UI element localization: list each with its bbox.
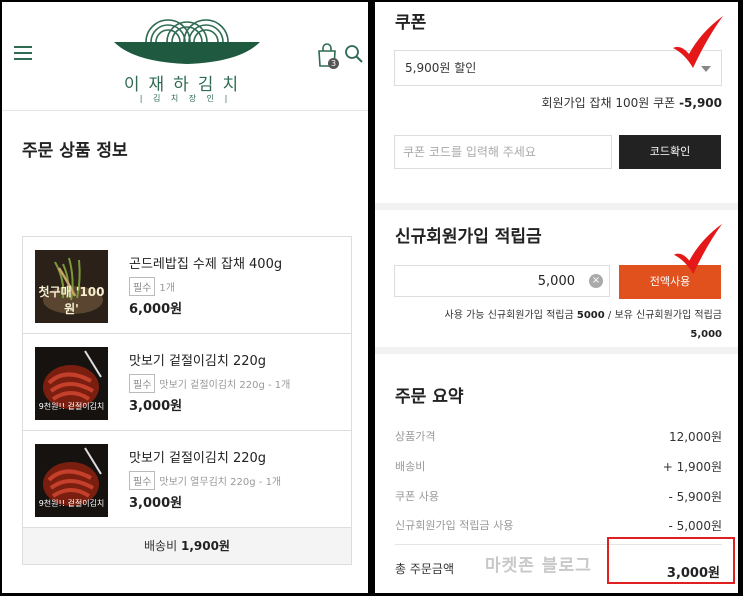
points-owned-value: 5,000 xyxy=(690,329,722,340)
thumbnail-caption: 첫구매 '100원' xyxy=(38,285,105,316)
option-text: 1개 xyxy=(159,283,175,294)
coupon-title: 쿠폰 xyxy=(395,13,427,33)
menu-icon[interactable] xyxy=(14,46,32,61)
order-item-list: 첫구매 '100원' 곤드레밥집 수제 잡채 400g 필수 1개 6,000원 … xyxy=(22,236,352,565)
brand-name: 이재하김치 xyxy=(123,75,248,95)
total-label: 총 주문금액 xyxy=(395,562,455,576)
site-header: 이재하김치 | 김 치 장 인 | 3 xyxy=(2,2,368,111)
option-text: 맛보기 겉절이김치 220g - 1개 xyxy=(159,380,291,391)
item-option: 필수 맛보기 겉절이김치 220g - 1개 xyxy=(129,374,290,393)
points-available-info: 사용 가능 신규회원가입 적립금 5000 / 보유 신규회원가입 적립금 5,… xyxy=(445,306,722,344)
product-thumbnail[interactable]: 9천원!! 겉절이김치 xyxy=(35,347,108,420)
check-mark-icon xyxy=(673,16,723,68)
summary-value: 12,000원 xyxy=(668,430,722,444)
total-value: 3,000원 xyxy=(666,566,720,581)
points-title: 신규회원가입 적립금 xyxy=(395,227,542,247)
brand-tagline: | 김 치 장 인 | xyxy=(139,94,232,103)
logo-icon[interactable] xyxy=(112,14,262,72)
summary-row: 신규회원가입 적립금 사용 - 5,000원 xyxy=(395,517,722,533)
item-name: 곤드레밥집 수제 잡채 400g xyxy=(129,257,283,272)
points-input[interactable]: 5,000 xyxy=(394,265,610,297)
summary-label: 배송비 xyxy=(395,460,426,473)
coupon-applied-label: 회원가입 잡채 100원 쿠폰 xyxy=(541,96,676,110)
order-item[interactable]: 9천원!! 겉절이김치 맛보기 겉절이김치 220g 필수 맛보기 겉절이김치 2… xyxy=(23,334,351,431)
points-owned-label: / 보유 신규회원가입 적립금 xyxy=(607,310,722,321)
required-badge: 필수 xyxy=(129,471,156,490)
watermark: 마켓존 블로그 xyxy=(485,556,592,576)
summary-title: 주문 요약 xyxy=(395,387,464,407)
thumbnail-caption: 9천원!! 겉절이김치 xyxy=(38,402,105,411)
item-name: 맛보기 겉절이김치 220g xyxy=(129,354,267,369)
order-item[interactable]: 9천원!! 겉절이김치 맛보기 겉절이김치 220g 필수 맛보기 열무김치 22… xyxy=(23,431,351,528)
required-badge: 필수 xyxy=(129,277,156,296)
product-thumbnail[interactable]: 첫구매 '100원' xyxy=(35,250,108,323)
item-price: 3,000원 xyxy=(129,399,183,414)
order-info-title: 주문 상품 정보 xyxy=(22,141,128,161)
required-badge: 필수 xyxy=(129,374,156,393)
summary-value: - 5,000원 xyxy=(668,519,722,533)
points-available-label: 사용 가능 신규회원가입 적립금 xyxy=(444,310,574,321)
product-thumbnail[interactable]: 9천원!! 겉절이김치 xyxy=(35,444,108,517)
summary-row: 배송비 + 1,900원 xyxy=(395,458,722,474)
summary-label: 상품가격 xyxy=(395,430,436,443)
thumbnail-caption: 9천원!! 겉절이김치 xyxy=(38,499,105,508)
confirm-code-button[interactable]: 코드확인 xyxy=(619,135,721,169)
summary-label: 신규회원가입 적립금 사용 xyxy=(395,519,514,532)
summary-label: 쿠폰 사용 xyxy=(395,490,439,503)
coupon-code-input[interactable]: 쿠폰 코드를 입력해 주세요 xyxy=(394,135,612,169)
summary-value: - 5,900원 xyxy=(668,490,722,504)
shipping-value: 1,900원 xyxy=(180,539,230,553)
coupon-applied-value: -5,900 xyxy=(679,96,722,110)
order-products-panel: 이재하김치 | 김 치 장 인 | 3 주문 상품 정보 첫구매 '100원' xyxy=(2,2,368,593)
search-icon[interactable] xyxy=(344,44,364,64)
summary-value: + 1,900원 xyxy=(662,460,722,474)
check-mark-icon xyxy=(673,223,723,275)
summary-row: 상품가격 12,000원 xyxy=(395,428,722,444)
coupon-applied-info: 회원가입 잡채 100원 쿠폰 -5,900 xyxy=(542,94,722,111)
item-price: 6,000원 xyxy=(129,302,183,317)
checkout-panel: 쿠폰 5,900원 할인 회원가입 잡채 100원 쿠폰 -5,900 쿠폰 코… xyxy=(375,2,738,593)
shipping-fee-row: 배송비 1,900원 xyxy=(23,528,351,564)
clear-icon[interactable]: × xyxy=(589,274,603,288)
shipping-label: 배송비 xyxy=(144,539,178,553)
item-option: 필수 1개 xyxy=(129,277,175,296)
item-option: 필수 맛보기 열무김치 220g - 1개 xyxy=(129,471,281,490)
option-text: 맛보기 열무김치 220g - 1개 xyxy=(159,477,282,488)
summary-row: 쿠폰 사용 - 5,900원 xyxy=(395,488,722,504)
order-item[interactable]: 첫구매 '100원' 곤드레밥집 수제 잡채 400g 필수 1개 6,000원 xyxy=(23,237,351,334)
cart-count-badge: 3 xyxy=(328,58,339,69)
item-price: 3,000원 xyxy=(129,496,183,511)
coupon-selected-value: 5,900원 할인 xyxy=(405,61,477,75)
item-name: 맛보기 겉절이김치 220g xyxy=(129,451,267,466)
points-available-value: 5000 xyxy=(576,310,605,321)
